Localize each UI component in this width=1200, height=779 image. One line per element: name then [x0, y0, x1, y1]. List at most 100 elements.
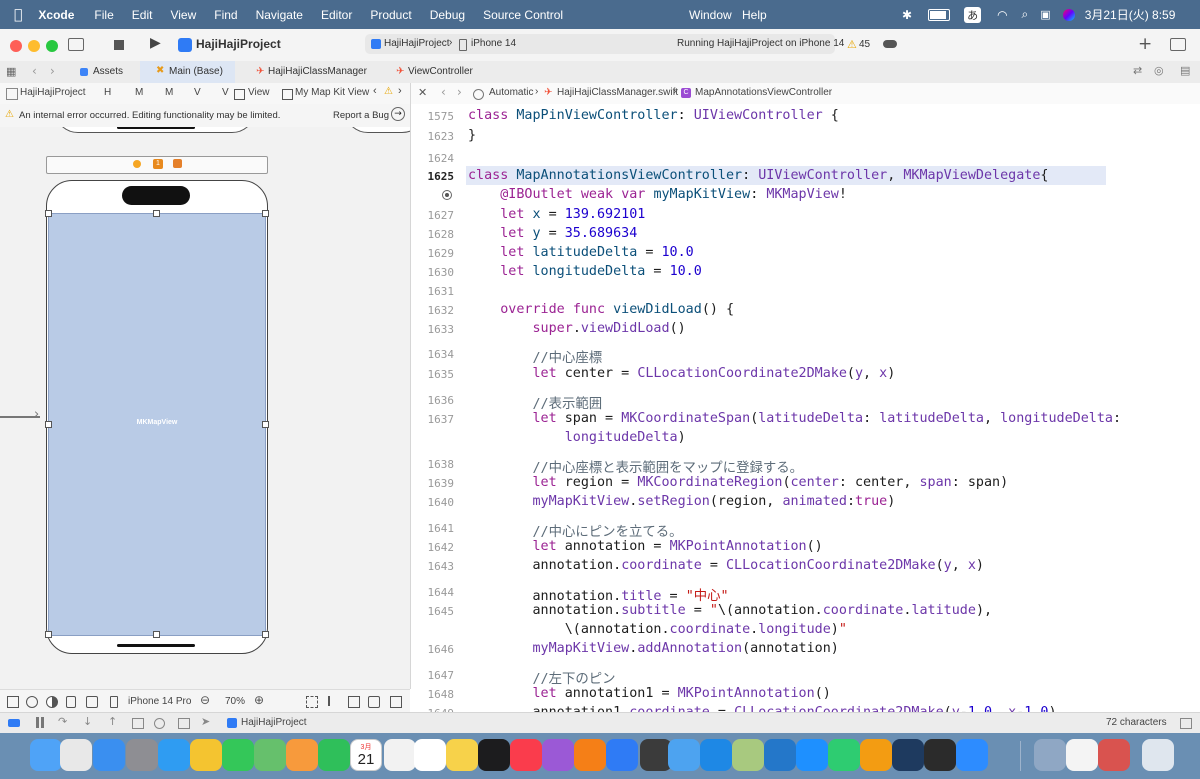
- forward-icon[interactable]: ›: [457, 85, 462, 99]
- memory-graph-icon[interactable]: [154, 718, 165, 729]
- code-line[interactable]: annotation1.coordinate = CLLocationCoord…: [468, 705, 1056, 712]
- jump-automatic[interactable]: Automatic: [489, 87, 533, 98]
- battery-icon[interactable]: [928, 8, 951, 21]
- code-line[interactable]: //中心座標: [468, 346, 603, 366]
- menu-file[interactable]: File: [94, 8, 113, 22]
- refresh-icon[interactable]: ⇄: [1133, 64, 1142, 77]
- line-number[interactable]: 1627: [411, 209, 455, 222]
- close-editor-icon[interactable]: ✕: [418, 86, 427, 99]
- line-number[interactable]: 1624: [411, 152, 455, 165]
- device-name[interactable]: iPhone 14: [471, 38, 516, 49]
- outlet-connection-icon[interactable]: [442, 190, 452, 200]
- facetime-icon[interactable]: [318, 739, 350, 771]
- hide-debug-area-icon[interactable]: [8, 719, 20, 727]
- line-number[interactable]: 1629: [411, 247, 455, 260]
- embed-icon[interactable]: [390, 696, 402, 708]
- resize-handle[interactable]: [45, 421, 52, 428]
- tab-main[interactable]: Main (Base): [169, 61, 223, 83]
- trash-icon[interactable]: [1142, 739, 1174, 771]
- code-line[interactable]: let longitudeDelta = 10.0: [468, 264, 702, 279]
- tab-view-controller[interactable]: ViewController: [408, 61, 473, 83]
- photos-icon[interactable]: [286, 739, 318, 771]
- menu-debug[interactable]: Debug: [430, 8, 465, 22]
- terminal-icon[interactable]: [924, 739, 956, 771]
- resize-handle[interactable]: [45, 631, 52, 638]
- pages-icon[interactable]: [860, 739, 892, 771]
- sidebar-toggle-icon[interactable]: [68, 38, 84, 51]
- resize-handle[interactable]: [153, 210, 160, 217]
- code-line[interactable]: longitudeDelta): [468, 430, 686, 445]
- storyboard-canvas[interactable]: 1 MKMapView ›: [0, 127, 410, 689]
- code-line[interactable]: myMapKitView.setRegion(region, animated:…: [468, 494, 896, 509]
- zoom-in-icon[interactable]: ⊕: [254, 693, 264, 707]
- jump-abbrev-4[interactable]: V: [194, 87, 201, 98]
- grid-icon[interactable]: [6, 88, 18, 100]
- jump-symbol[interactable]: MapAnnotationsViewController: [695, 87, 832, 98]
- code-line[interactable]: let annotation = MKPointAnnotation(): [468, 539, 823, 554]
- arrow-right-circle-icon[interactable]: →: [391, 107, 405, 121]
- map-view[interactable]: MKMapView: [48, 213, 266, 636]
- maps-icon[interactable]: [254, 739, 286, 771]
- chevron-left-icon[interactable]: ‹: [373, 85, 377, 97]
- line-number[interactable]: 1638: [411, 458, 455, 471]
- tab-main-active[interactable]: ✖ Main (Base): [140, 61, 235, 83]
- line-number[interactable]: 1645: [411, 605, 455, 618]
- step-into-icon[interactable]: ↓: [83, 715, 92, 728]
- menu-window[interactable]: Window: [689, 8, 732, 22]
- line-number[interactable]: 1631: [411, 285, 455, 298]
- zoom-window-button[interactable]: [46, 40, 58, 52]
- orientation-icon[interactable]: [66, 696, 76, 708]
- code-line[interactable]: annotation.coordinate = CLLocationCoordi…: [468, 558, 984, 573]
- textedit-icon[interactable]: [1066, 739, 1098, 771]
- line-number[interactable]: 1575: [411, 110, 455, 123]
- code-line[interactable]: //中心座標と表示範囲をマップに登録する。: [468, 456, 804, 476]
- numbers-icon[interactable]: [828, 739, 860, 771]
- simulator-icon[interactable]: [668, 739, 700, 771]
- inspector-toggle-icon[interactable]: [1170, 38, 1186, 51]
- code-line[interactable]: let y = 35.689634: [468, 226, 637, 241]
- code-line[interactable]: \(annotation.coordinate.longitude)": [468, 622, 847, 637]
- zoom-out-icon[interactable]: ⊖: [200, 693, 210, 707]
- tab-class-manager[interactable]: HajiHajiClassManager: [268, 61, 367, 83]
- warning-icon[interactable]: ⚠: [384, 86, 393, 97]
- calendar-icon[interactable]: 3月 21: [350, 739, 382, 771]
- code-line[interactable]: let latitudeDelta = 10.0: [468, 245, 694, 260]
- jump-project[interactable]: HajiHajiProject: [20, 87, 86, 98]
- line-number[interactable]: 1633: [411, 323, 455, 336]
- code-line[interactable]: myMapKitView.addAnnotation(annotation): [468, 641, 839, 656]
- first-responder-icon[interactable]: 1: [153, 159, 163, 169]
- document-outline-icon[interactable]: [7, 696, 19, 708]
- input-method-icon[interactable]: あ: [964, 6, 982, 23]
- siri-icon[interactable]: [1062, 8, 1075, 21]
- code-line[interactable]: let span = MKCoordinateSpan(latitudeDelt…: [468, 411, 1122, 426]
- view-hierarchy-icon[interactable]: [132, 718, 144, 729]
- code-line[interactable]: }: [468, 128, 476, 143]
- code-line[interactable]: //中心にピンを立てる。: [468, 520, 683, 540]
- line-number[interactable]: 1647: [411, 669, 455, 682]
- jump-abbrev-3[interactable]: M: [165, 87, 173, 98]
- menu-clock[interactable]: 3月21日(火) 8:59: [1085, 6, 1176, 23]
- xcode-icon[interactable]: [606, 739, 638, 771]
- resize-handle[interactable]: [262, 210, 269, 217]
- tab-assets[interactable]: Assets: [93, 61, 123, 83]
- line-number[interactable]: 1635: [411, 368, 455, 381]
- dark-mode-icon[interactable]: [46, 696, 58, 708]
- chrome-icon[interactable]: [190, 739, 222, 771]
- scheme-name[interactable]: HajiHajiProject: [384, 38, 450, 49]
- device-selector[interactable]: iPhone 14 Pro: [128, 696, 191, 707]
- jump-view[interactable]: View: [248, 87, 270, 98]
- related-items-icon[interactable]: ◎: [1154, 64, 1164, 77]
- menu-app-name[interactable]: Xcode: [38, 8, 74, 22]
- jump-file[interactable]: HajiHajiClassManager.swift: [557, 87, 678, 98]
- code-line[interactable]: //表示範囲: [468, 392, 603, 412]
- search-icon[interactable]: ⌕: [1022, 7, 1029, 22]
- grid-icon[interactable]: ▦: [6, 65, 16, 78]
- menu-view[interactable]: View: [170, 8, 196, 22]
- menu-product[interactable]: Product: [370, 8, 411, 22]
- menu-edit[interactable]: Edit: [132, 8, 153, 22]
- menu-editor[interactable]: Editor: [321, 8, 352, 22]
- console-toggle-icon[interactable]: [1180, 718, 1192, 729]
- code-line[interactable]: let x = 139.692101: [468, 207, 645, 222]
- accessibility-icon[interactable]: [86, 696, 98, 708]
- pencil-icon[interactable]: [732, 739, 764, 771]
